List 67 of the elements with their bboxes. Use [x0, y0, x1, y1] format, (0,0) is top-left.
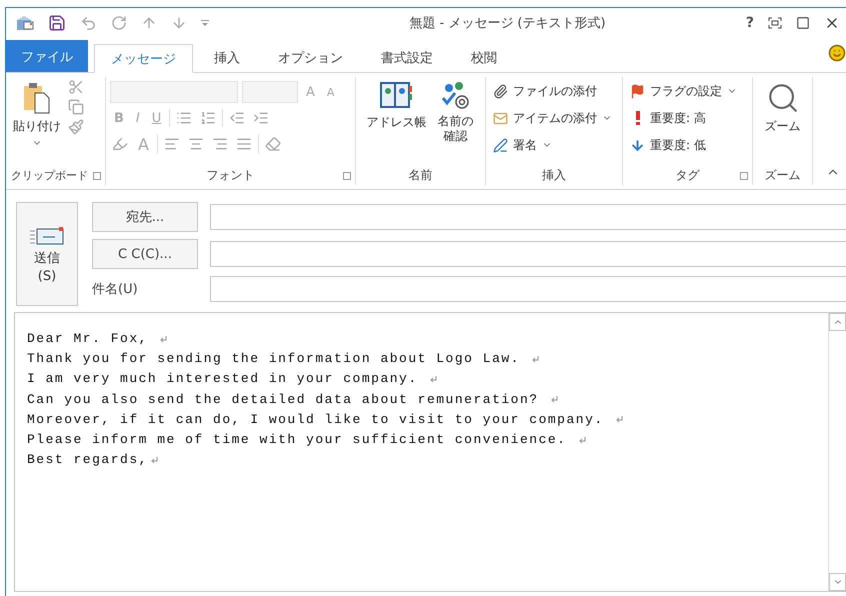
zoom-button[interactable]: ズーム [762, 79, 804, 163]
up-arrow-icon[interactable] [141, 15, 157, 31]
scroll-up-icon[interactable] [829, 313, 846, 331]
return-mark-icon [159, 334, 168, 344]
paintbrush-icon[interactable] [68, 119, 84, 135]
scissors-icon[interactable] [68, 79, 84, 95]
body-text-line: I am very much interested in your company. [27, 370, 419, 388]
group-label: クリップボード [11, 168, 88, 182]
to-button[interactable]: 宛先... [92, 202, 198, 232]
ribbon-button[interactable]: 重要度: 低 [627, 133, 740, 157]
subject-label: 件名(U) [92, 281, 139, 298]
group-label: フォント [206, 166, 254, 184]
ribbon-button[interactable]: アイテムの添付 [490, 106, 615, 130]
ribbon-tab[interactable]: メッセージ [94, 44, 193, 73]
envelope-icon [29, 224, 65, 246]
dialog-launcher-icon[interactable] [740, 172, 748, 180]
group-label: タグ [676, 166, 700, 184]
customize-icon[interactable] [201, 19, 209, 27]
down-arrow-icon [630, 138, 645, 152]
return-mark-icon [614, 415, 624, 424]
envelope-app-icon[interactable] [16, 15, 34, 31]
return-mark-icon [150, 456, 159, 465]
ribbon-button[interactable]: フラグの設定 [627, 79, 740, 103]
window-title: 無題 - メッセージ (テキスト形式) [408, 15, 607, 32]
flag-icon [630, 84, 645, 98]
body-text-line: Thank you for sending the information about Logo Law. [27, 350, 521, 368]
help-button[interactable]: ? [746, 15, 754, 31]
dialog-launcher-icon[interactable] [343, 172, 351, 180]
copy-icon[interactable] [68, 99, 84, 115]
return-mark-icon [428, 375, 438, 384]
people-check-icon [440, 81, 470, 111]
ribbon-button[interactable]: 署名 [490, 133, 615, 157]
cc-button[interactable]: C C(C)... [92, 239, 198, 269]
cc-field[interactable] [210, 241, 846, 267]
undo-icon[interactable] [80, 14, 97, 32]
dialog-launcher-icon[interactable] [93, 172, 101, 180]
message-body[interactable] [14, 312, 846, 592]
send-button[interactable]: 送信 (S) [16, 202, 78, 306]
ribbon-tab[interactable]: ファイル [6, 40, 88, 72]
smiley-icon[interactable] [828, 44, 846, 62]
clipboard-icon [22, 81, 52, 115]
maximize-icon[interactable] [796, 16, 810, 30]
return-mark-icon [531, 354, 540, 364]
return-mark-icon [578, 436, 587, 445]
save-icon[interactable] [48, 14, 66, 32]
down-arrow-icon[interactable] [171, 15, 187, 31]
paste-button[interactable]: 貼り付け [10, 79, 64, 163]
subject-field[interactable] [210, 276, 846, 302]
ribbon-button[interactable]: ファイルの添付 [490, 79, 615, 103]
return-mark-icon [550, 395, 559, 404]
body-text-line: Please inform me of time with your sufficient convenience. [27, 431, 568, 450]
scroll-down-icon[interactable] [829, 573, 846, 591]
ribbon-button[interactable]: 重要度: 高 [627, 106, 740, 130]
group-label: 名前 [408, 166, 432, 184]
group-label: ズーム [764, 166, 800, 184]
group-label: 挿入 [542, 166, 566, 184]
address-book-icon [379, 81, 414, 111]
body-text-line: Best regards, [27, 451, 148, 470]
body-text-line: Moreover, if it can do, I would like to visit to your company. [27, 410, 605, 429]
paperclip-icon [493, 84, 508, 98]
check-names-button[interactable]: 名前の確認 [433, 79, 478, 163]
body-text-line: Dear Mr. Fox, [27, 330, 149, 348]
to-field[interactable] [210, 204, 846, 230]
restore-icon[interactable] [768, 17, 782, 29]
address-book-button[interactable]: アドレス帳 [363, 79, 430, 163]
redo-icon[interactable] [111, 15, 127, 31]
body-text-line: Can you also send the detailed data about remuneration? [27, 390, 540, 409]
